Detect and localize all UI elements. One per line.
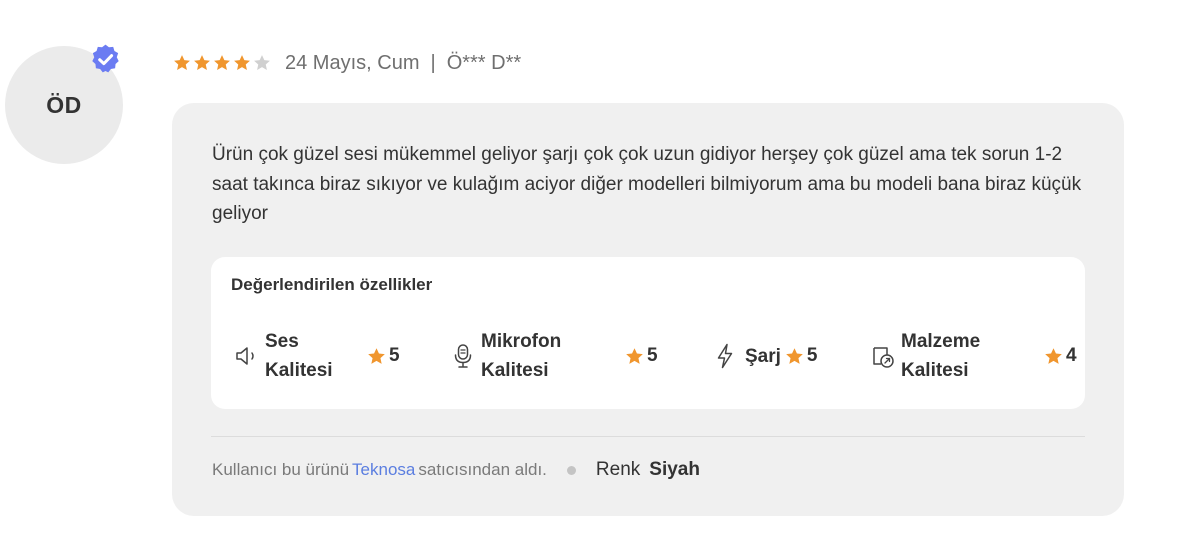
feature-sound-quality: Ses Kalitesi (233, 327, 333, 385)
feature-sound-quality-rating: 5 (366, 327, 400, 385)
color-value: Siyah (649, 459, 700, 480)
color-label: Renk (595, 459, 641, 480)
feature-score: 5 (389, 345, 400, 366)
review-meta-row: 24 Mayıs, Cum | Ö*** D** (172, 49, 521, 77)
feature-microphone-quality-rating: 5 (624, 327, 658, 385)
feature-material-quality: Malzeme Kalitesi (869, 327, 980, 385)
review-text: Ürün çok güzel sesi mükemmel geliyor şar… (212, 144, 1082, 224)
star-filled-icon (174, 55, 190, 70)
star-filled-icon (194, 55, 210, 70)
reviewer-name: Ö*** D** (446, 51, 522, 74)
rated-features-title: Değerlendirilen özellikler (231, 275, 433, 294)
lightning-icon (717, 343, 733, 369)
star-icon (626, 347, 643, 364)
meta-separator: | (430, 51, 436, 74)
star-empty-icon (254, 55, 270, 70)
rating-stars (172, 53, 272, 73)
microphone-icon (454, 344, 472, 368)
feature-charge: Şarj 5 (711, 327, 818, 385)
separator-dot (566, 465, 576, 475)
feature-material-quality-rating: 4 (1043, 327, 1077, 385)
feature-score: 5 (806, 345, 818, 366)
star-filled-icon (234, 55, 250, 70)
feature-label: Malzeme Kalitesi (901, 331, 981, 381)
rated-features-card: Değerlendirilen özellikler Ses Kalitesi … (211, 257, 1085, 409)
star-icon (786, 347, 803, 364)
star-icon (1045, 347, 1062, 364)
avatar-initials: ÖD (46, 91, 82, 118)
review-card: Ürün çok güzel sesi mükemmel geliyor şar… (172, 103, 1124, 516)
feature-label: Ses Kalitesi (265, 331, 333, 381)
divider (211, 436, 1085, 437)
feature-label: Şarj (745, 345, 781, 367)
speaker-icon (236, 347, 254, 365)
purchase-suffix: satıcısından aldı. (418, 460, 547, 479)
purchase-info-row: Kullanıcı bu ürünü Teknosa satıcısından … (212, 455, 700, 485)
feature-label: Mikrofon Kalitesi (481, 331, 562, 381)
feature-score: 4 (1066, 345, 1077, 366)
review-date: 24 Mayıs, Cum (285, 51, 420, 74)
feature-microphone-quality: Mikrofon Kalitesi (449, 327, 561, 385)
feature-charge-rating: 5 (784, 345, 818, 367)
material-icon (873, 347, 894, 368)
purchase-prefix: Kullanıcı bu ürünü (212, 460, 350, 479)
verified-badge-icon (92, 44, 119, 73)
feature-score: 5 (647, 345, 658, 366)
seller-link[interactable]: Teknosa (352, 460, 415, 480)
star-filled-icon (214, 55, 230, 70)
star-icon (368, 347, 385, 364)
